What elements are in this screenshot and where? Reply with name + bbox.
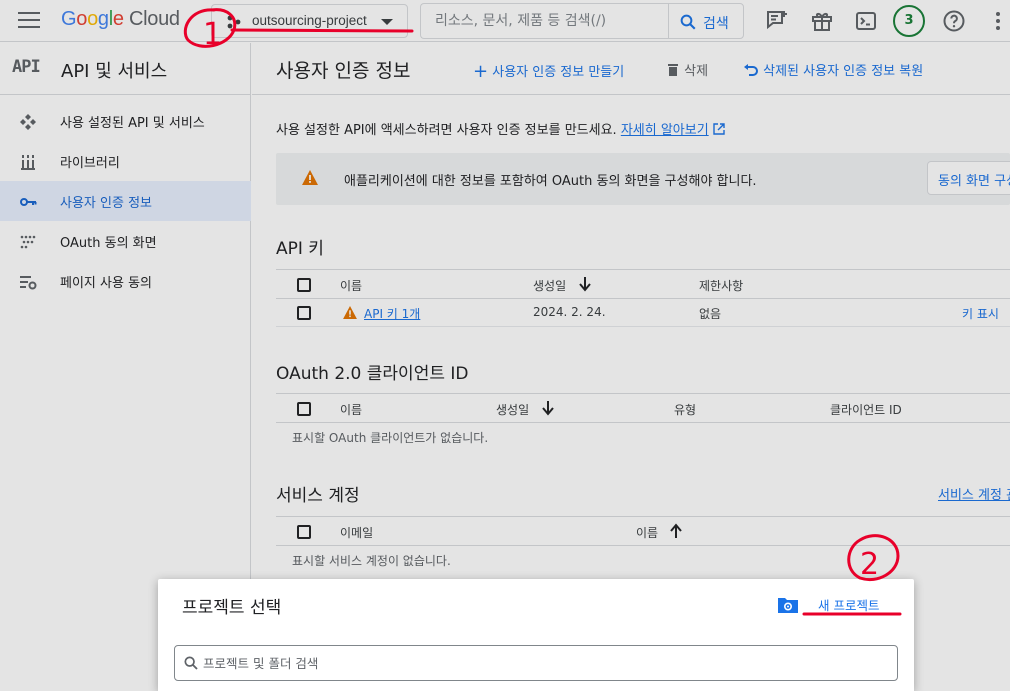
dialog-title: 프로젝트 선택 [182,598,282,618]
search-icon [184,656,198,670]
new-project-button[interactable]: 새 프로젝트 [818,595,879,614]
project-select-dialog: 프로젝트 선택 새 프로젝트 [158,579,914,691]
folder-settings-icon[interactable] [777,596,799,614]
project-search-input[interactable] [203,646,893,680]
dialog-search-box [174,645,898,681]
